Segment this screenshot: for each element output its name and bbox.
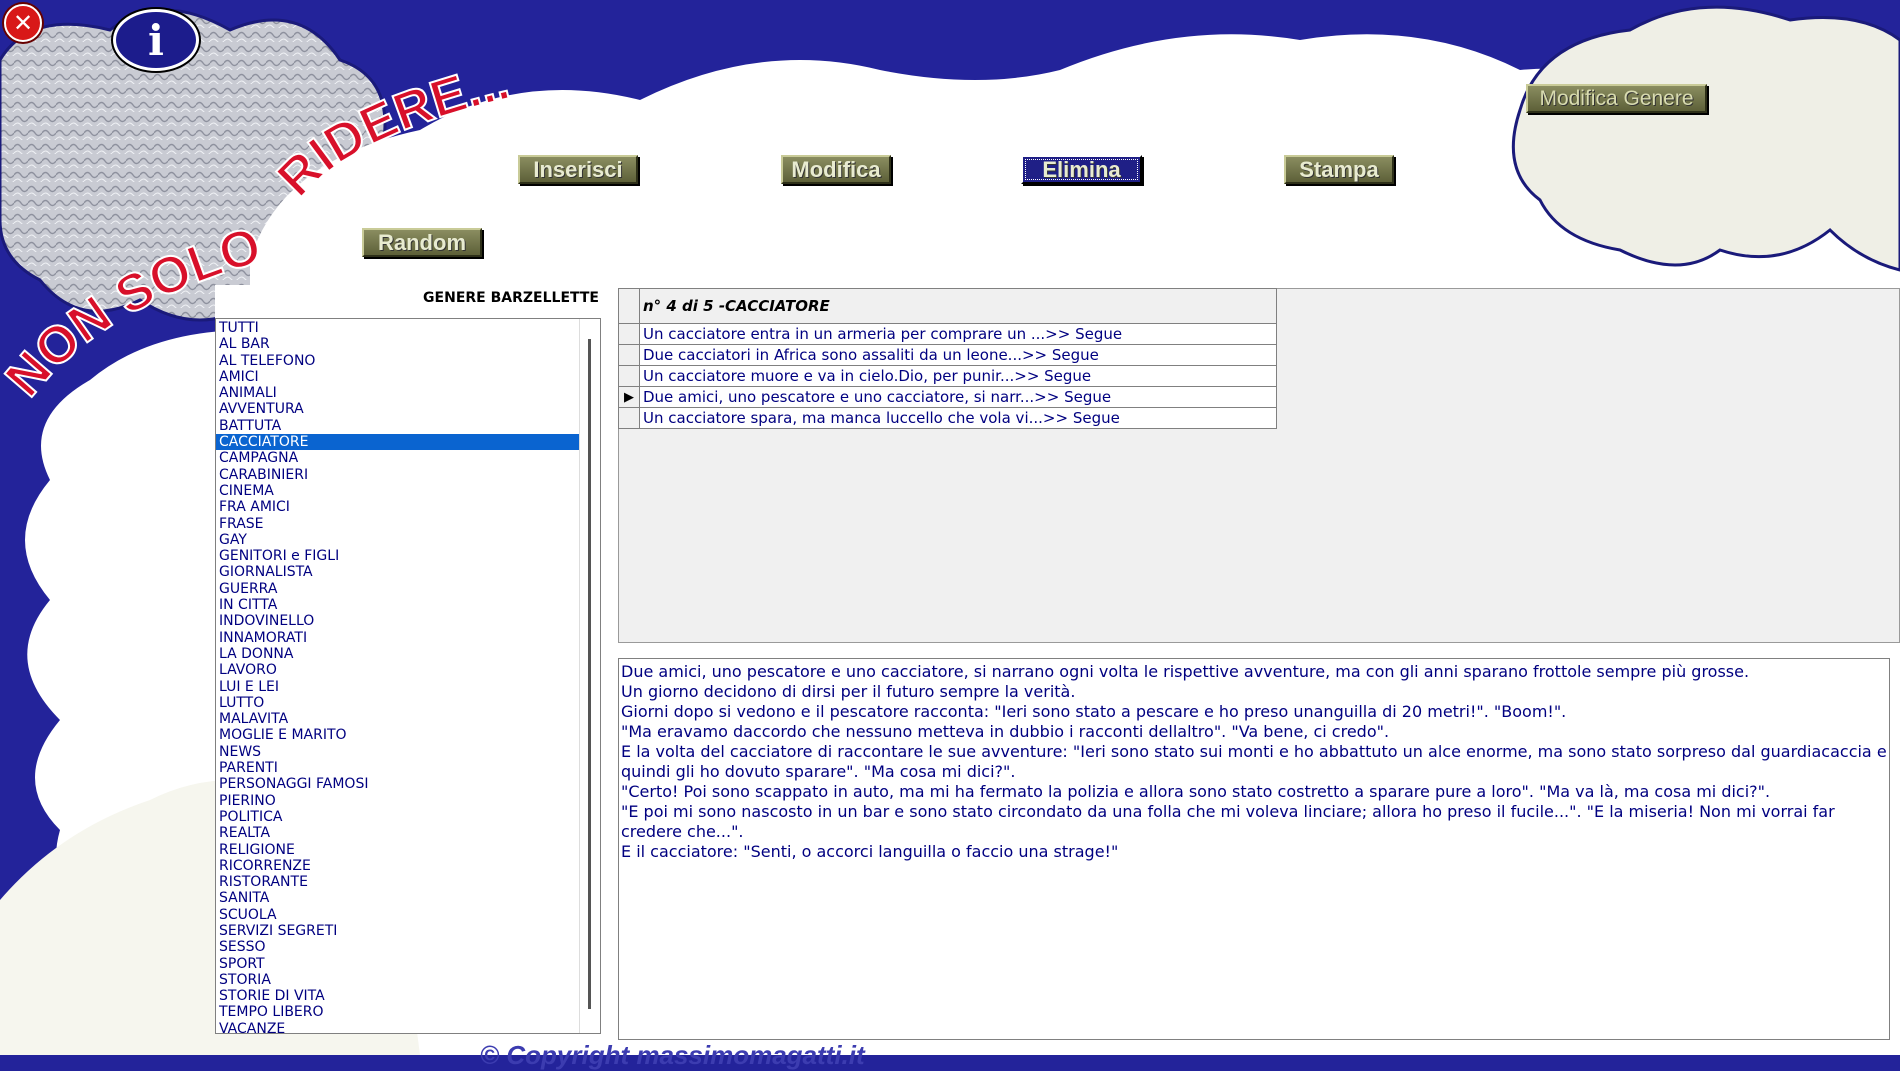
joke-text-line: Giorni dopo si vedono e il pescatore rac… [621, 702, 1567, 721]
joke-text-line: "Certo! Poi sono scappato in auto, ma mi… [621, 782, 1771, 801]
list-item[interactable]: AMICI [216, 369, 580, 385]
list-item[interactable]: RISTORANTE [216, 874, 580, 890]
list-item[interactable]: PIERINO [216, 793, 580, 809]
list-item[interactable]: LAVORO [216, 662, 580, 678]
list-item[interactable]: GAY [216, 532, 580, 548]
list-item[interactable]: MOGLIE E MARITO [216, 727, 580, 743]
list-item[interactable]: IN CITTA [216, 597, 580, 613]
list-item[interactable]: PERSONAGGI FAMOSI [216, 776, 580, 792]
list-item[interactable]: SANITA [216, 890, 580, 906]
grid-header: n° 4 di 5 -CACCIATORE [639, 288, 1277, 324]
list-item[interactable]: ANIMALI [216, 385, 580, 401]
edit-button[interactable]: Modifica [781, 155, 891, 184]
list-item[interactable]: RELIGIONE [216, 842, 580, 858]
grid-header-indicator [618, 288, 640, 324]
list-item[interactable]: CAMPAGNA [216, 450, 580, 466]
list-item[interactable]: BATTUTA [216, 418, 580, 434]
row-indicator [618, 323, 640, 345]
close-icon[interactable]: ✕ [4, 4, 42, 42]
row-pointer-icon: ▶ [618, 386, 640, 408]
list-item[interactable]: MALAVITA [216, 711, 580, 727]
random-button[interactable]: Random [362, 228, 482, 257]
list-item[interactable]: SESSO [216, 939, 580, 955]
joke-text-line: "E poi mi sono nascosto in un bar e sono… [621, 802, 1835, 841]
list-item[interactable]: VACANZE [216, 1021, 580, 1033]
table-row[interactable]: Un cacciatore spara, ma manca luccello c… [618, 407, 1277, 429]
list-item[interactable]: TEMPO LIBERO [216, 1004, 580, 1020]
list-item[interactable]: INDOVINELLO [216, 613, 580, 629]
joke-text-line: E il cacciatore: "Senti, o accorci langu… [621, 842, 1119, 861]
joke-summary[interactable]: Due cacciatori in Africa sono assaliti d… [639, 344, 1277, 366]
joke-summary[interactable]: Un cacciatore muore e va in cielo.Dio, p… [639, 365, 1277, 387]
list-item[interactable]: GENITORI e FIGLI [216, 548, 580, 564]
list-item[interactable]: TUTTI [216, 320, 580, 336]
scrollbar-thumb[interactable] [588, 339, 591, 1009]
jokes-grid: n° 4 di 5 -CACCIATORE Un cacciatore entr… [618, 288, 1277, 429]
delete-button[interactable]: Elimina [1021, 155, 1142, 184]
row-indicator [618, 407, 640, 429]
joke-text-line: E la volta del cacciatore di raccontare … [621, 742, 1887, 781]
list-item[interactable]: CINEMA [216, 483, 580, 499]
list-item[interactable]: INNAMORATI [216, 630, 580, 646]
list-item[interactable]: POLITICA [216, 809, 580, 825]
list-item[interactable]: STORIE DI VITA [216, 988, 580, 1004]
list-item[interactable]: FRA AMICI [216, 499, 580, 515]
table-row[interactable]: ▶ Due amici, uno pescatore e uno cacciato… [618, 386, 1277, 408]
genre-list[interactable]: TUTTI AL BAR AL TELEFONO AMICI ANIMALI AVVENT… [215, 318, 601, 1034]
row-indicator [618, 344, 640, 366]
joke-text-line: Due amici, uno pescatore e uno cacciator… [621, 662, 1750, 681]
joke-text[interactable]: Due amici, uno pescatore e uno cacciator… [618, 658, 1890, 1040]
list-item[interactable]: SPORT [216, 956, 580, 972]
list-item[interactable]: GUERRA [216, 581, 580, 597]
list-item[interactable]: AL BAR [216, 336, 580, 352]
genre-list-title: GENERE BARZELLETTE [423, 290, 599, 306]
list-item[interactable]: AL TELEFONO [216, 353, 580, 369]
list-item[interactable]: LUTTO [216, 695, 580, 711]
joke-summary[interactable]: Un cacciatore spara, ma manca luccello c… [639, 407, 1277, 429]
print-button[interactable]: Stampa [1284, 155, 1394, 184]
joke-text-line: "Ma eravamo daccordo che nessuno metteva… [621, 722, 1390, 741]
list-item[interactable]: CARABINIERI [216, 467, 580, 483]
list-item[interactable]: REALTA [216, 825, 580, 841]
insert-button[interactable]: Inserisci [518, 155, 638, 184]
table-row[interactable]: Due cacciatori in Africa sono assaliti d… [618, 344, 1277, 366]
list-item[interactable]: AVVENTURA [216, 401, 580, 417]
list-item[interactable]: PARENTI [216, 760, 580, 776]
table-row[interactable]: Un cacciatore entra in un armeria per co… [618, 323, 1277, 345]
list-item[interactable]: RICORRENZE [216, 858, 580, 874]
genre-list-scrollbar[interactable] [579, 319, 600, 1033]
table-row[interactable]: Un cacciatore muore e va in cielo.Dio, p… [618, 365, 1277, 387]
joke-summary[interactable]: Un cacciatore entra in un armeria per co… [639, 323, 1277, 345]
edit-genre-button[interactable]: Modifica Genere [1526, 84, 1707, 113]
list-item[interactable]: CACCIATORE [216, 434, 580, 451]
list-item[interactable]: NEWS [216, 744, 580, 760]
list-item[interactable]: FRASE [216, 516, 580, 532]
row-indicator [618, 365, 640, 387]
list-item[interactable]: LUI E LEI [216, 679, 580, 695]
list-item[interactable]: SERVIZI SEGRETI [216, 923, 580, 939]
list-item[interactable]: LA DONNA [216, 646, 580, 662]
info-icon[interactable]: i [113, 9, 199, 71]
list-item[interactable]: GIORNALISTA [216, 564, 580, 580]
copyright-footer: © Copyright massimomagatti.it [480, 1040, 865, 1070]
list-item[interactable]: STORIA [216, 972, 580, 988]
joke-summary[interactable]: Due amici, uno pescatore e uno cacciator… [639, 386, 1277, 408]
joke-text-line: Un giorno decidono di dirsi per il futur… [621, 682, 1076, 701]
list-item[interactable]: SCUOLA [216, 907, 580, 923]
